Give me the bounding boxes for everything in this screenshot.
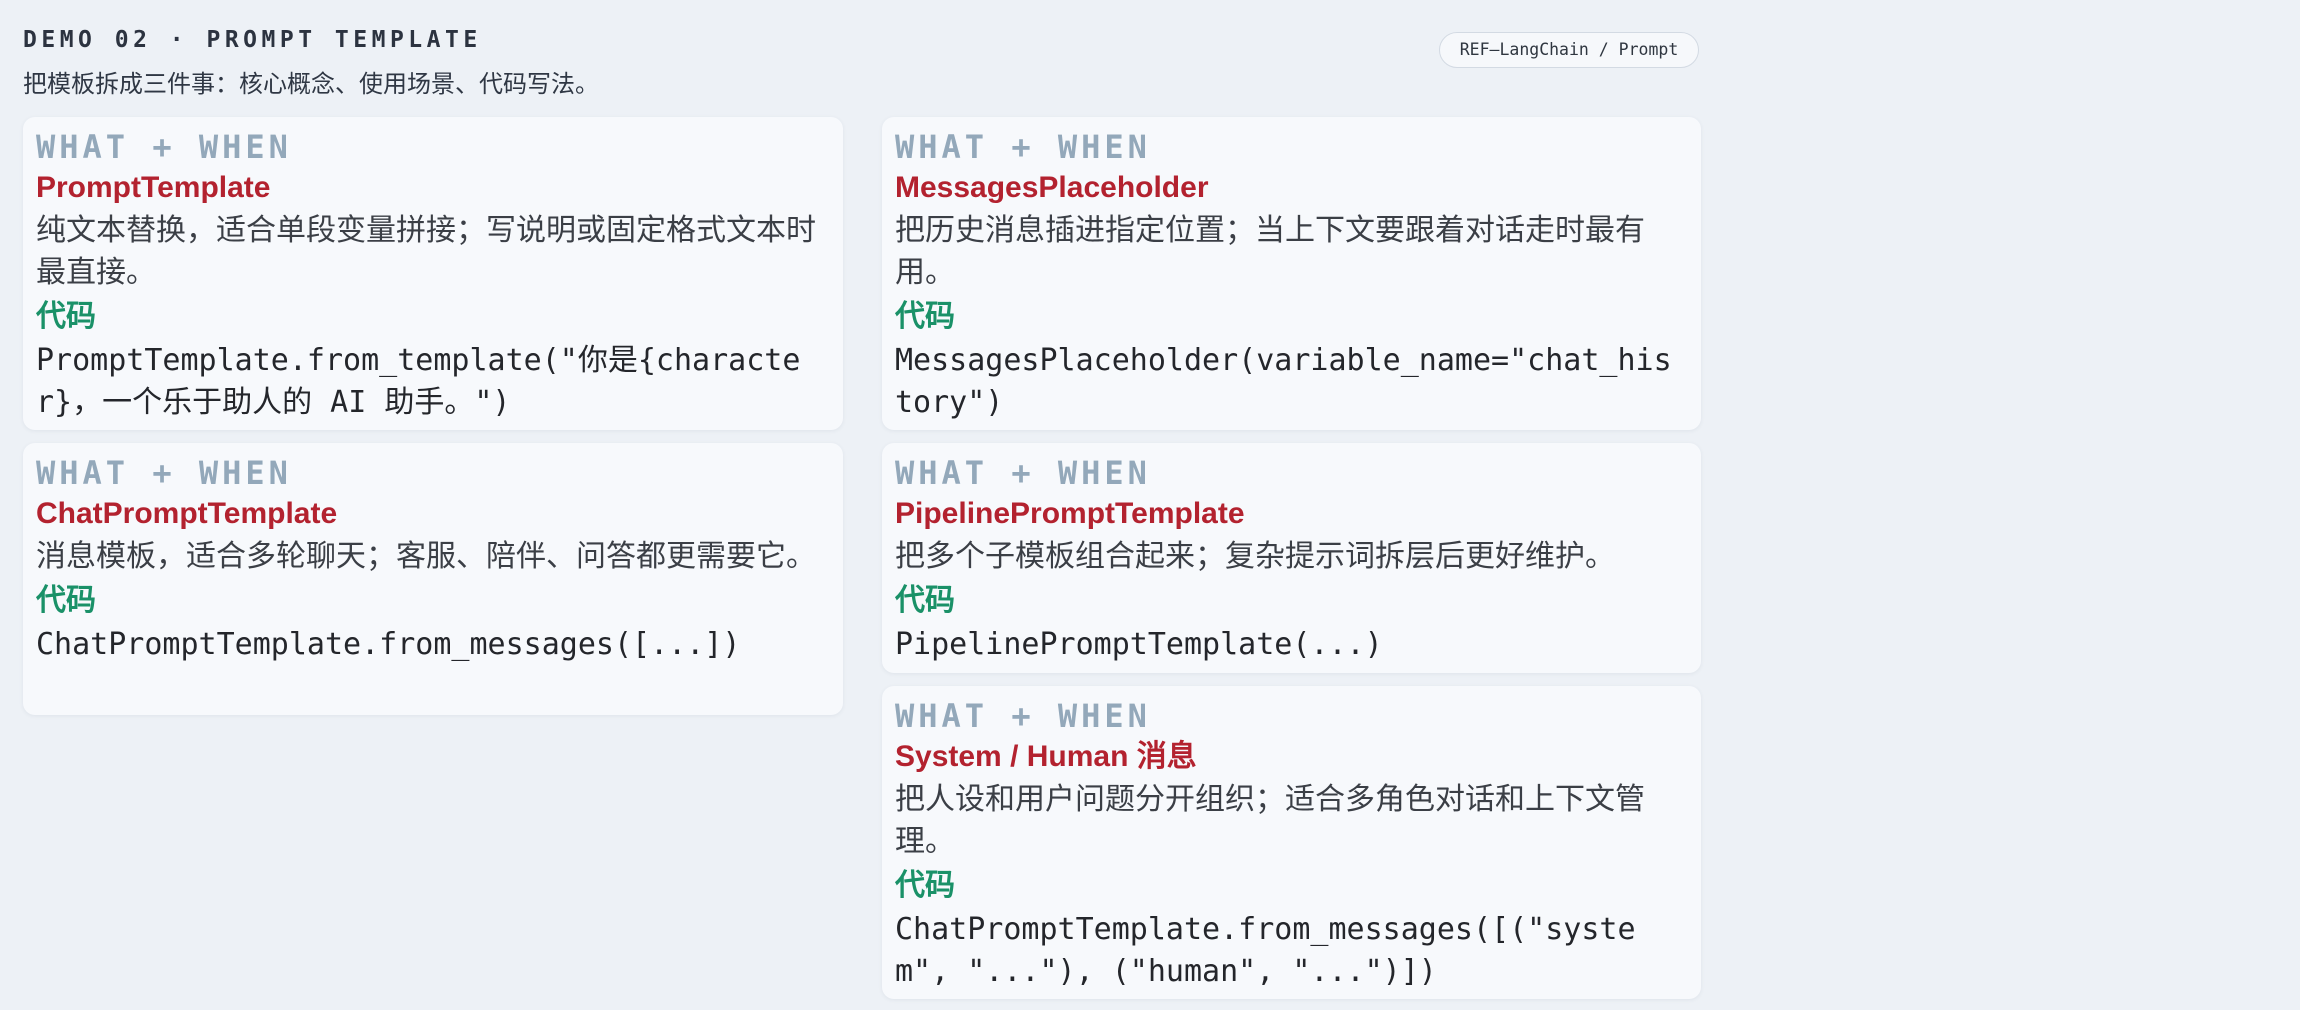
card-code-snippet: ChatPromptTemplate.from_messages([("syst… (895, 912, 1636, 989)
card-section-label: WHAT + WHEN (895, 697, 1151, 735)
card-title: MessagesPlaceholder (895, 171, 1209, 204)
card-section-label: WHAT + WHEN (36, 128, 292, 166)
card-code-label: 代码 (895, 299, 955, 334)
card-code-label: 代码 (895, 583, 955, 618)
card-description: 把历史消息插进指定位置；当上下文要跟着对话走时最有用。 (895, 213, 1645, 290)
card-code-snippet: PipelinePromptTemplate(...) (895, 627, 1383, 662)
card-title: PipelinePromptTemplate (895, 497, 1245, 530)
page-subtitle: 把模板拆成三件事：核心概念、使用场景、代码写法。 (23, 70, 599, 98)
concept-card-pipeline-prompt-template: WHAT + WHEN PipelinePromptTemplate 把多个子模… (882, 443, 1701, 673)
concept-card-messages-placeholder: WHAT + WHEN MessagesPlaceholder 把历史消息插进指… (882, 117, 1701, 430)
card-code-snippet: MessagesPlaceholder(variable_name="chat_… (895, 343, 1672, 420)
concept-card-system-human-messages: WHAT + WHEN System / Human 消息 把人设和用户问题分开… (882, 686, 1701, 999)
card-code-label: 代码 (36, 583, 96, 618)
card-code-snippet: ChatPromptTemplate.from_messages([...]) (36, 627, 741, 662)
reference-badge: REF—LangChain / Prompt (1439, 32, 1699, 68)
card-code-label: 代码 (895, 868, 955, 903)
concept-card-prompt-template: WHAT + WHEN PromptTemplate 纯文本替换，适合单段变量拼… (23, 117, 843, 430)
card-section-label: WHAT + WHEN (36, 454, 292, 492)
card-description: 把多个子模板组合起来；复杂提示词拆层后更好维护。 (895, 539, 1615, 574)
card-code-label: 代码 (36, 299, 96, 334)
card-section-label: WHAT + WHEN (895, 454, 1151, 492)
card-description: 消息模板，适合多轮聊天；客服、陪伴、问答都更需要它。 (36, 539, 816, 574)
card-description: 把人设和用户问题分开组织；适合多角色对话和上下文管理。 (895, 782, 1645, 859)
card-title: System / Human 消息 (895, 740, 1197, 773)
card-title: PromptTemplate (36, 171, 271, 204)
card-code-snippet: PromptTemplate.from_template("你是{charact… (36, 343, 801, 420)
concept-card-chat-prompt-template: WHAT + WHEN ChatPromptTemplate 消息模板，适合多轮… (23, 443, 843, 715)
card-description: 纯文本替换，适合单段变量拼接；写说明或固定格式文本时最直接。 (36, 213, 816, 290)
card-section-label: WHAT + WHEN (895, 128, 1151, 166)
card-title: ChatPromptTemplate (36, 497, 338, 530)
page-kicker: DEMO 02 · PROMPT TEMPLATE (23, 27, 482, 53)
